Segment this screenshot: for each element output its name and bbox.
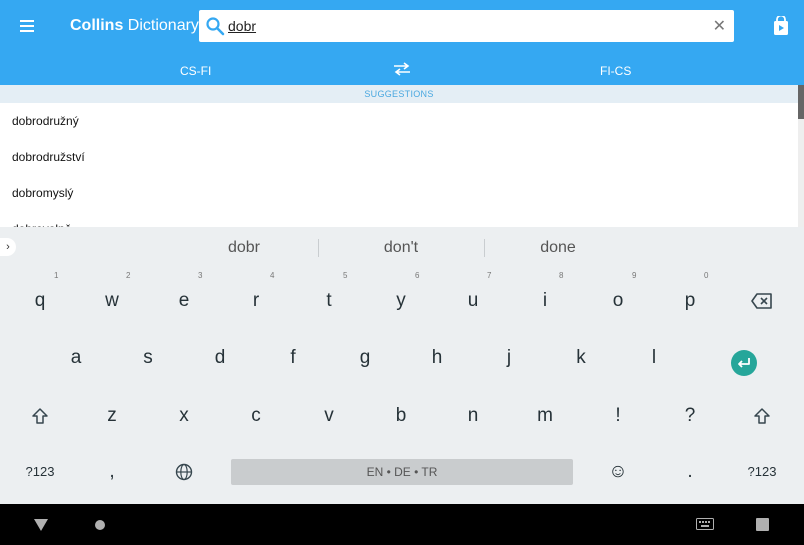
suggestion-divider [318, 239, 319, 257]
key-x[interactable]: x [148, 388, 220, 444]
list-item[interactable]: dobrodružství [0, 139, 798, 175]
key-hint: 6 [415, 271, 420, 280]
key-hint: 8 [559, 271, 564, 280]
globe-icon [175, 463, 193, 481]
key-hint: 0 [704, 271, 709, 280]
search-field[interactable]: dobr ✕ [199, 10, 734, 42]
key-d[interactable]: d [184, 330, 256, 386]
key-u[interactable]: u7 [437, 271, 509, 329]
back-nav-icon[interactable] [33, 518, 49, 532]
key-z[interactable]: z [76, 388, 148, 444]
symbols-key-left[interactable]: ?123 [4, 444, 76, 500]
key-w[interactable]: w2 [76, 271, 148, 329]
key-n[interactable]: n [437, 388, 509, 444]
key-exclamation[interactable]: ! [582, 388, 654, 444]
suggestion-word[interactable]: don't [321, 239, 481, 257]
key-j[interactable]: j [473, 330, 545, 386]
key-b[interactable]: b [365, 388, 437, 444]
on-screen-keyboard: › dobr don't done q1 w2 e3 r4 t5 y6 u7 i… [0, 227, 804, 504]
key-g[interactable]: g [329, 330, 401, 386]
key-f[interactable]: f [257, 330, 329, 386]
tab-fi-cs[interactable]: FI-CS [600, 64, 631, 78]
key-hint: 1 [54, 271, 59, 280]
key-r[interactable]: r4 [220, 271, 292, 329]
list-item[interactable]: dobrovolně [0, 211, 798, 227]
key-label: y [396, 290, 406, 311]
suggestion-word[interactable]: dobr [164, 239, 324, 257]
search-input[interactable]: dobr [228, 18, 256, 34]
recents-nav-icon[interactable] [756, 518, 769, 531]
key-m[interactable]: m [509, 388, 581, 444]
suggestions-header: SUGGESTIONS [0, 85, 798, 103]
key-v[interactable]: v [293, 388, 365, 444]
key-hint: 4 [270, 271, 275, 280]
swap-languages-icon[interactable] [393, 62, 411, 76]
app-title-rest: Dictionary [123, 17, 199, 34]
tab-cs-fi[interactable]: CS-FI [180, 64, 211, 78]
shift-icon [32, 408, 48, 424]
key-k[interactable]: k [545, 330, 617, 386]
keyboard-switch-icon[interactable] [696, 518, 714, 530]
scrollbar[interactable] [798, 85, 804, 227]
key-l[interactable]: l [618, 330, 690, 386]
key-e[interactable]: e3 [148, 271, 220, 329]
play-store-icon[interactable] [772, 16, 790, 36]
app-title: Collins Dictionary [70, 17, 199, 35]
key-hint: 5 [343, 271, 348, 280]
key-hint: 3 [198, 271, 203, 280]
home-nav-icon[interactable] [94, 519, 106, 531]
hamburger-menu-icon[interactable] [14, 14, 40, 38]
key-label: q [34, 290, 46, 311]
emoji-key[interactable]: ☺ [582, 444, 654, 500]
enter-icon [731, 349, 757, 376]
expand-suggestions-icon[interactable]: › [0, 238, 16, 256]
backspace-icon [751, 293, 772, 309]
key-label: e [178, 290, 190, 311]
key-c[interactable]: c [220, 388, 292, 444]
clear-search-icon[interactable]: ✕ [713, 16, 726, 36]
shift-key-left[interactable] [4, 388, 76, 444]
shift-icon [754, 408, 770, 424]
emoji-icon: ☺ [608, 461, 628, 482]
suggestions-list: dobrodružný dobrodružství dobromyslý dob… [0, 103, 798, 227]
enter-key[interactable] [708, 335, 780, 391]
key-y[interactable]: y6 [365, 271, 437, 329]
key-i[interactable]: i8 [509, 271, 581, 329]
app-title-bold: Collins [70, 17, 124, 34]
key-period[interactable]: . [654, 444, 726, 500]
key-o[interactable]: o9 [582, 271, 654, 329]
key-t[interactable]: t5 [293, 271, 365, 329]
key-p[interactable]: p0 [654, 271, 726, 329]
key-q[interactable]: q1 [4, 271, 76, 329]
app-bar: Collins Dictionary dobr ✕ CS-FI FI-CS [0, 0, 804, 85]
key-label: i [542, 290, 548, 311]
key-hint: 2 [126, 271, 131, 280]
key-question[interactable]: ? [654, 388, 726, 444]
search-icon [206, 17, 225, 36]
suggestion-word[interactable]: done [478, 239, 638, 257]
navigation-bar [0, 504, 804, 545]
key-h[interactable]: h [401, 330, 473, 386]
space-bar[interactable]: EN • DE • TR [231, 459, 573, 485]
key-s[interactable]: s [112, 330, 184, 386]
key-label: o [612, 290, 624, 311]
key-hint: 9 [632, 271, 637, 280]
key-a[interactable]: a [40, 330, 112, 386]
key-hint: 7 [487, 271, 492, 280]
language-key[interactable] [148, 444, 220, 500]
scrollbar-thumb[interactable] [798, 85, 804, 119]
key-label: u [467, 290, 479, 311]
shift-key-right[interactable] [726, 388, 798, 444]
key-label: t [326, 290, 332, 311]
key-comma[interactable]: , [76, 444, 148, 500]
key-label: p [684, 290, 696, 311]
list-item[interactable]: dobrodružný [0, 103, 798, 139]
backspace-key[interactable] [726, 273, 798, 329]
list-item[interactable]: dobromyslý [0, 175, 798, 211]
key-label: w [105, 290, 119, 311]
key-label: r [252, 290, 260, 311]
symbols-key-right[interactable]: ?123 [726, 444, 798, 500]
